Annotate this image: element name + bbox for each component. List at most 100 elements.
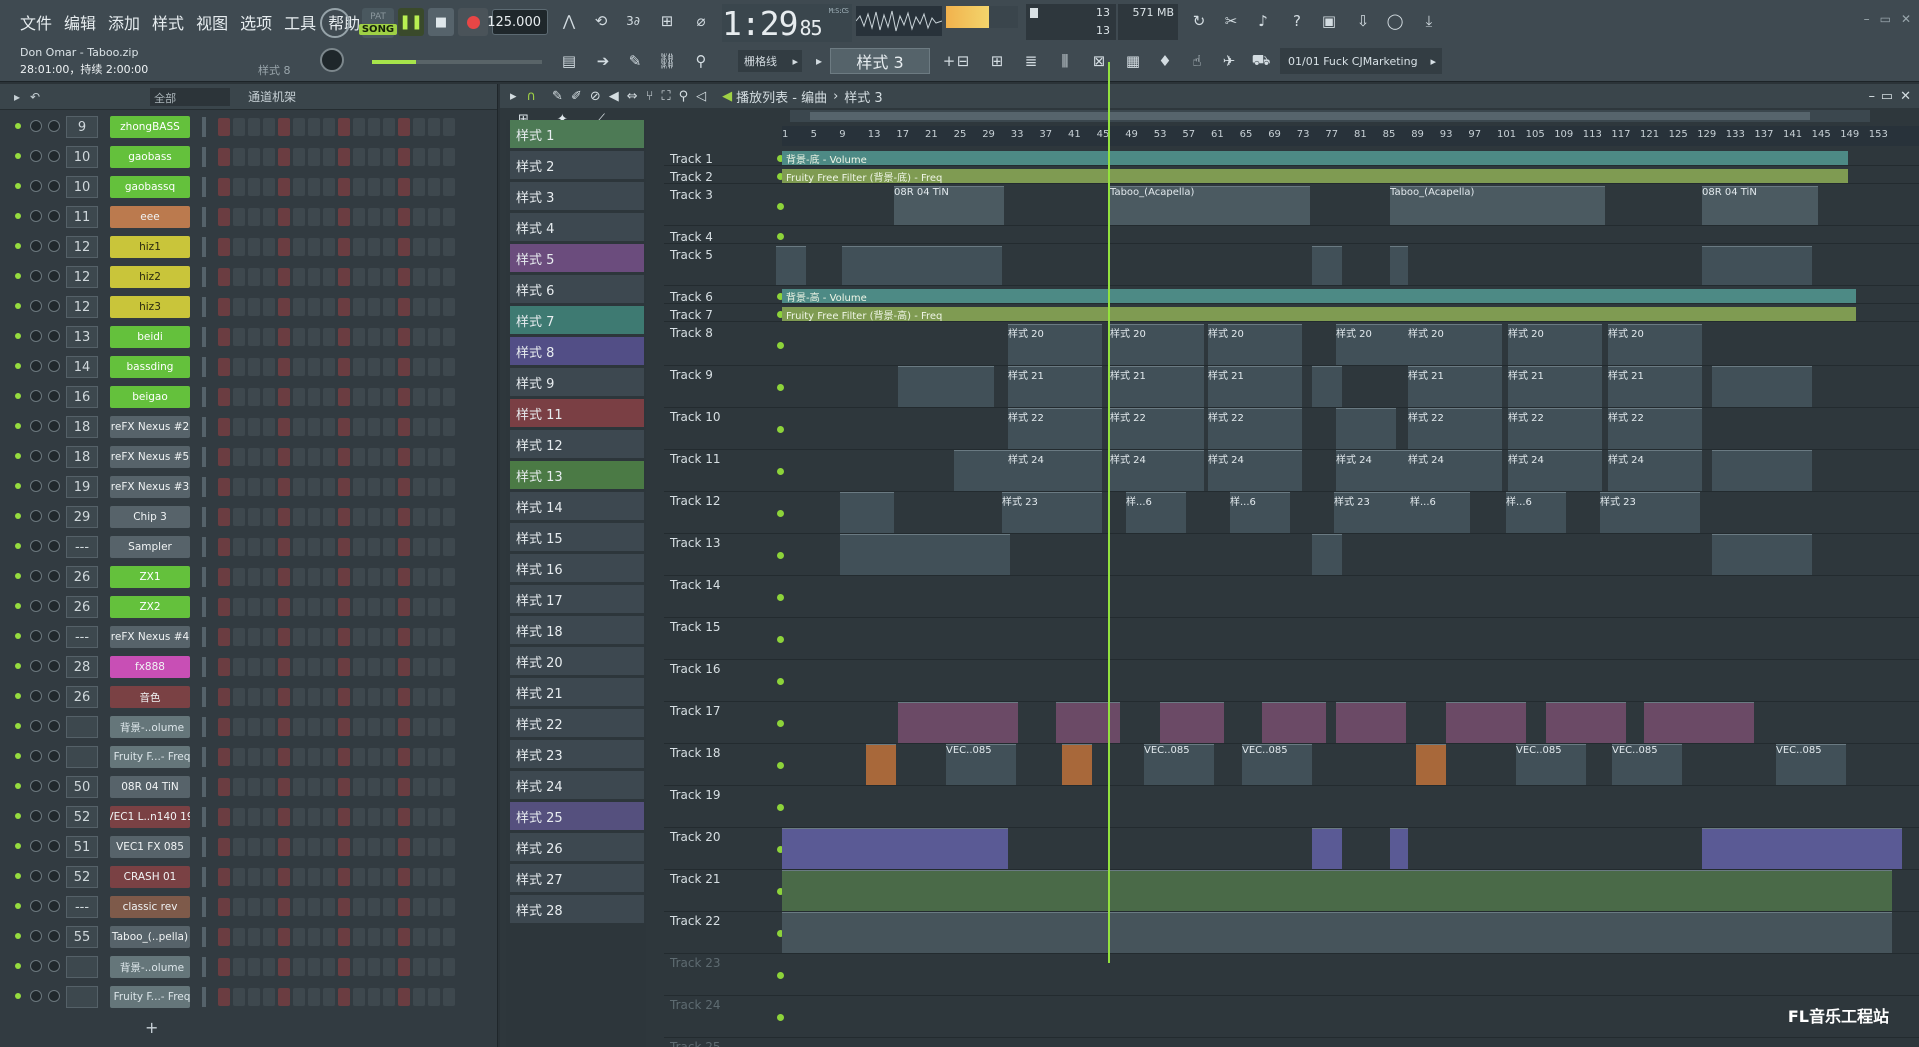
volume-knob[interactable] xyxy=(48,810,60,822)
step-button[interactable] xyxy=(308,868,320,886)
channel-select-bar[interactable] xyxy=(202,477,206,497)
step-button[interactable] xyxy=(413,328,425,346)
step-button[interactable] xyxy=(263,748,275,766)
volume-knob[interactable] xyxy=(48,780,60,792)
step-button[interactable] xyxy=(428,298,440,316)
step-button[interactable] xyxy=(323,388,335,406)
step-button[interactable] xyxy=(293,988,305,1006)
step-button[interactable] xyxy=(353,298,365,316)
playlist-close-icon[interactable]: ✕ xyxy=(1900,89,1911,104)
step-button[interactable] xyxy=(308,838,320,856)
step-button[interactable] xyxy=(398,568,410,586)
playlist-clip[interactable]: 样...6 xyxy=(1126,492,1186,533)
channel-row[interactable]: 11 eee xyxy=(0,202,490,232)
step-button[interactable] xyxy=(383,538,395,556)
playlist-clip[interactable]: 样式 22 xyxy=(1408,408,1502,449)
pan-knob[interactable] xyxy=(30,750,42,762)
playlist-clip[interactable] xyxy=(840,492,894,533)
channel-name-button[interactable]: reFX Nexus #3 xyxy=(110,476,190,498)
step-button[interactable] xyxy=(263,178,275,196)
link-icon[interactable]: ⛓ xyxy=(654,48,680,74)
channel-led[interactable] xyxy=(15,753,21,759)
step-button[interactable] xyxy=(428,838,440,856)
step-button[interactable] xyxy=(233,778,245,796)
step-button[interactable] xyxy=(218,898,230,916)
volume-knob[interactable] xyxy=(48,270,60,282)
step-button[interactable] xyxy=(308,688,320,706)
playlist-clip[interactable] xyxy=(1336,408,1396,449)
playlist-clip[interactable] xyxy=(1712,534,1812,575)
horizontal-scrollbar[interactable] xyxy=(790,110,1870,122)
step-button[interactable] xyxy=(218,598,230,616)
volume-knob[interactable] xyxy=(48,600,60,612)
channel-led[interactable] xyxy=(15,813,21,819)
step-button[interactable] xyxy=(338,718,350,736)
step-button[interactable] xyxy=(368,268,380,286)
pattern-item[interactable]: 样式 26 xyxy=(510,833,644,861)
step-button[interactable] xyxy=(353,928,365,946)
step-button[interactable] xyxy=(323,238,335,256)
step-button[interactable] xyxy=(398,448,410,466)
step-button[interactable] xyxy=(263,118,275,136)
channel-led[interactable] xyxy=(15,303,21,309)
step-button[interactable] xyxy=(278,148,290,166)
step-button[interactable] xyxy=(398,898,410,916)
step-button[interactable] xyxy=(428,508,440,526)
step-button[interactable] xyxy=(218,868,230,886)
step-button[interactable] xyxy=(263,658,275,676)
playlist-clip[interactable] xyxy=(1312,246,1342,285)
step-button[interactable] xyxy=(278,478,290,496)
step-button[interactable] xyxy=(278,538,290,556)
step-button[interactable] xyxy=(263,718,275,736)
channel-row[interactable]: --- reFX Nexus #4 xyxy=(0,622,490,652)
menu-file[interactable]: 文件 xyxy=(20,10,52,34)
channel-name-button[interactable]: Sampler xyxy=(110,536,190,558)
step-button[interactable] xyxy=(263,358,275,376)
step-button[interactable] xyxy=(428,598,440,616)
pattern-item[interactable]: 样式 3 xyxy=(510,182,644,210)
step-button[interactable] xyxy=(293,448,305,466)
step-button[interactable] xyxy=(218,928,230,946)
step-button[interactable] xyxy=(278,568,290,586)
playlist-clip[interactable]: 样式 22 xyxy=(1008,408,1102,449)
pattern-item[interactable]: 样式 8 xyxy=(510,337,644,365)
magnet-icon[interactable]: ∩ xyxy=(527,89,537,104)
channel-name-button[interactable]: hiz3 xyxy=(110,296,190,318)
pattern-item[interactable]: 样式 27 xyxy=(510,864,644,892)
step-button[interactable] xyxy=(218,808,230,826)
channel-name-button[interactable]: classic rev xyxy=(110,896,190,918)
step-button[interactable] xyxy=(323,178,335,196)
step-button[interactable] xyxy=(338,118,350,136)
step-button[interactable] xyxy=(293,898,305,916)
mixer-track-number[interactable]: 55 xyxy=(66,926,98,948)
channel-select-bar[interactable] xyxy=(202,117,206,137)
step-button[interactable] xyxy=(278,808,290,826)
mixer-track-number[interactable]: 12 xyxy=(66,266,98,288)
step-button[interactable] xyxy=(218,478,230,496)
step-button[interactable] xyxy=(278,718,290,736)
step-button[interactable] xyxy=(413,208,425,226)
channel-row[interactable]: 26 ZX1 xyxy=(0,562,490,592)
step-button[interactable] xyxy=(443,118,455,136)
mixer-track-number[interactable]: 26 xyxy=(66,596,98,618)
playback-tool-icon[interactable]: ◁ xyxy=(696,89,706,104)
step-button[interactable] xyxy=(443,928,455,946)
cut-icon[interactable]: ✂ xyxy=(1218,8,1244,34)
step-button[interactable] xyxy=(383,508,395,526)
step-button[interactable] xyxy=(233,568,245,586)
step-button[interactable] xyxy=(443,718,455,736)
download-icon[interactable]: ⤓ xyxy=(1416,8,1442,34)
step-button[interactable] xyxy=(248,118,260,136)
step-button[interactable] xyxy=(233,418,245,436)
step-button[interactable] xyxy=(338,178,350,196)
channel-select-bar[interactable] xyxy=(202,447,206,467)
step-button[interactable] xyxy=(353,268,365,286)
mixer-track-number[interactable]: --- xyxy=(66,896,98,918)
channel-led[interactable] xyxy=(15,123,21,129)
pan-knob[interactable] xyxy=(30,900,42,912)
step-button[interactable] xyxy=(353,748,365,766)
step-button[interactable] xyxy=(443,358,455,376)
step-button[interactable] xyxy=(428,988,440,1006)
mute-tool-icon[interactable]: ◀ xyxy=(609,89,619,104)
playlist-clip[interactable] xyxy=(840,534,1010,575)
